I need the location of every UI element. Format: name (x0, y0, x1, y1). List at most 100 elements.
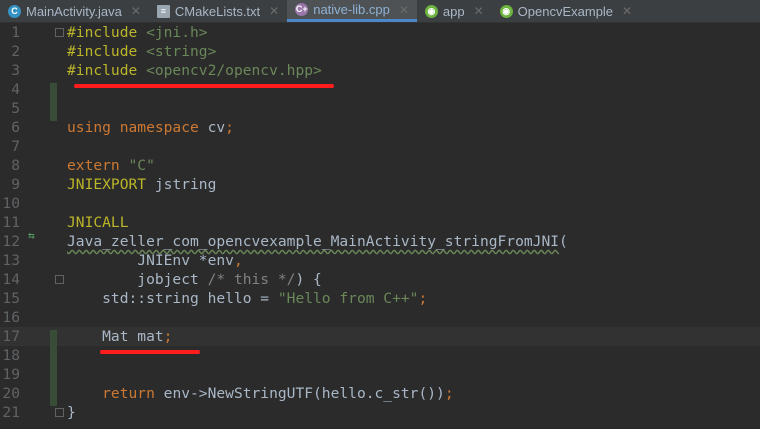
module-icon: ◉ (424, 4, 438, 18)
code-token: <opencv2/opencv.hpp> (146, 62, 322, 79)
fold-icon[interactable] (55, 28, 64, 37)
red-annotation-underline (74, 84, 334, 88)
change-marker (50, 83, 57, 121)
code-text: jobject /* this */) { (67, 270, 322, 289)
code-line[interactable]: 4 (0, 80, 760, 99)
code-text: JNIEXPORT jstring (67, 175, 216, 194)
line-number: 15 (2, 290, 20, 307)
code-token: ; (418, 290, 428, 307)
code-text: JNIEnv *env, (67, 251, 243, 270)
code-token: using namespace (67, 119, 208, 136)
code-token: Java_zeller_com_opencvexample_MainActivi… (67, 233, 560, 250)
tab-opencvexample[interactable]: ◉ OpencvExample ✕ (492, 0, 640, 22)
code-line[interactable]: 16 (0, 308, 760, 327)
code-token: "Hello from C++" (277, 290, 419, 307)
tab-native-lib-cpp[interactable]: C+ native-lib.cpp ✕ (287, 0, 417, 22)
code-line[interactable]: 18 (0, 346, 760, 365)
close-icon[interactable]: ✕ (399, 3, 409, 17)
line-number: 9 (11, 176, 20, 193)
code-text: Java_zeller_com_opencvexample_MainActivi… (67, 232, 568, 251)
code-token: } (67, 404, 76, 421)
code-token: JNIEnv *env (67, 252, 234, 269)
code-line[interactable]: 21} (0, 403, 760, 422)
line-number: 12 (2, 233, 20, 250)
tab-label: native-lib.cpp (313, 2, 390, 17)
editor-tab-bar: C MainActivity.java ✕ ≡ CMakeLists.txt ✕ C+ nat… (0, 0, 760, 23)
tab-app[interactable]: ◉ app ✕ (417, 0, 492, 22)
line-number: 14 (2, 271, 20, 288)
java-class-icon: C (8, 4, 21, 18)
code-line[interactable]: 14 jobject /* this */) { (0, 270, 760, 289)
code-line[interactable]: 11 JNICALL (0, 213, 760, 232)
code-token: ( (559, 233, 568, 250)
code-token: Mat mat (67, 328, 164, 345)
line-number: 20 (2, 385, 20, 402)
text-file-icon: ≡ (156, 4, 170, 18)
line-number: 17 (2, 328, 20, 345)
code-text: Mat mat; (67, 327, 172, 346)
cpp-file-icon: C+ (295, 3, 309, 16)
red-annotation-underline (100, 350, 200, 354)
line-number: 5 (11, 100, 20, 117)
code-token: #include (67, 24, 147, 41)
code-token: <string> (146, 43, 217, 60)
code-line[interactable]: 3 #include <opencv2/opencv.hpp> (0, 61, 760, 80)
code-line[interactable]: 10 (0, 194, 760, 213)
code-token: #include (67, 43, 147, 60)
code-token: , (233, 252, 243, 269)
code-token: JNIEXPORT (67, 176, 155, 193)
code-token: jstring (154, 176, 217, 193)
line-number: 6 (11, 119, 20, 136)
code-line[interactable]: 17 Mat mat; (0, 327, 760, 346)
code-line[interactable]: 12 Java_zeller_com_opencvexample_MainActi… (0, 232, 760, 251)
code-line[interactable]: 7 (0, 137, 760, 156)
fold-icon[interactable] (55, 408, 64, 417)
code-token: #include (67, 62, 147, 79)
tab-cmakelists-txt[interactable]: ≡ CMakeLists.txt ✕ (149, 0, 287, 22)
code-line[interactable]: 9 JNIEXPORT jstring (0, 175, 760, 194)
code-token: cv (207, 119, 226, 136)
tab-label: app (442, 3, 465, 19)
code-line[interactable]: 1 #include <jni.h> (0, 23, 760, 42)
close-icon[interactable]: ✕ (474, 4, 484, 18)
code-line[interactable]: 19 (0, 365, 760, 384)
code-token: env->NewStringUTF(hello.c_str()) (163, 385, 445, 402)
line-number: 1 (11, 24, 20, 41)
code-text: using namespace cv; (67, 118, 234, 137)
code-token: jobject (67, 271, 208, 288)
code-text: JNICALL (67, 213, 129, 232)
line-number: 4 (11, 81, 20, 98)
line-number: 18 (2, 347, 20, 364)
tab-mainactivity-java[interactable]: C MainActivity.java ✕ (0, 0, 149, 22)
code-text: } (67, 403, 76, 422)
code-line[interactable]: 8 extern "C" (0, 156, 760, 175)
code-line[interactable]: 2 #include <string> (0, 42, 760, 61)
line-number: 16 (2, 309, 20, 326)
code-line[interactable]: 13 JNIEnv *env, (0, 251, 760, 270)
tab-label: CMakeLists.txt (174, 3, 261, 19)
line-number: 3 (11, 62, 20, 79)
line-number: 8 (11, 157, 20, 174)
tab-label: MainActivity.java (26, 3, 122, 19)
code-token: "C" (128, 157, 155, 174)
line-number: 11 (2, 214, 20, 231)
code-token: ; (225, 119, 234, 136)
fold-icon[interactable] (55, 275, 64, 284)
tab-label: OpencvExample (517, 3, 614, 19)
code-line[interactable]: 20 return env->NewStringUTF(hello.c_str(… (0, 384, 760, 403)
line-number: 13 (2, 252, 20, 269)
code-text: extern "C" (67, 156, 155, 175)
code-token: ) { (295, 271, 322, 288)
implementation-gutter-icon[interactable]: ⇆ (28, 230, 35, 241)
change-marker (50, 330, 57, 406)
code-line[interactable]: 6 using namespace cv; (0, 118, 760, 137)
code-token: <jni.h> (146, 24, 208, 41)
code-token: std::string hello = (67, 290, 278, 307)
code-line[interactable]: 15 std::string hello = "Hello from C++"; (0, 289, 760, 308)
code-token: ; (163, 328, 173, 345)
code-line[interactable]: 5 (0, 99, 760, 118)
close-icon[interactable]: ✕ (622, 4, 632, 18)
close-icon[interactable]: ✕ (131, 4, 141, 18)
close-icon[interactable]: ✕ (269, 4, 279, 18)
code-text: #include <string> (67, 42, 216, 61)
